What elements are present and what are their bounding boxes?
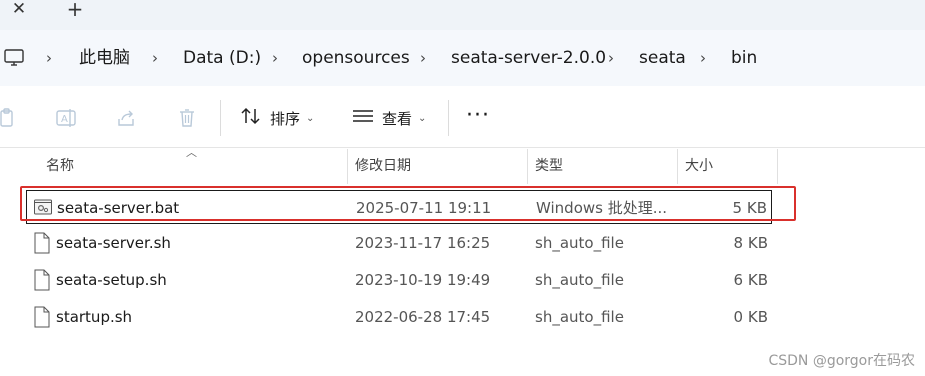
- delete-icon[interactable]: [176, 107, 198, 129]
- column-header-type[interactable]: 类型: [535, 149, 675, 184]
- breadcrumb-separator[interactable]: ›: [46, 38, 52, 78]
- column-divider[interactable]: [777, 149, 778, 184]
- file-icon: [32, 306, 52, 332]
- sort-label: 排序: [270, 109, 301, 128]
- view-label: 查看: [382, 109, 413, 128]
- breadcrumb-item-seata[interactable]: seata: [639, 38, 686, 78]
- file-size: 8 KB: [733, 234, 768, 252]
- svg-text:A: A: [61, 114, 68, 125]
- breadcrumb-separator[interactable]: ›: [700, 38, 706, 78]
- watermark: CSDN @gorgor在码农: [768, 353, 915, 369]
- computer-icon[interactable]: [4, 49, 24, 71]
- column-divider[interactable]: [677, 149, 678, 184]
- breadcrumb-item-seata-server[interactable]: seata-server-2.0.0: [451, 38, 606, 78]
- file-size: 5 KB: [732, 199, 767, 217]
- column-header-size[interactable]: 大小: [685, 149, 775, 184]
- toolbar-divider: [220, 100, 221, 136]
- file-type: Windows 批处理...: [536, 199, 668, 217]
- column-divider[interactable]: [527, 149, 528, 184]
- breadcrumb-separator[interactable]: ›: [152, 38, 158, 78]
- file-explorer-window: ✕ + › 此电脑 › Data (D:) › opensources › se…: [0, 0, 925, 376]
- column-divider[interactable]: [347, 149, 348, 184]
- breadcrumb-item-drive[interactable]: Data (D:): [183, 38, 261, 78]
- file-size: 0 KB: [733, 308, 768, 326]
- toolbar-divider: [448, 100, 449, 136]
- close-tab-button[interactable]: ✕: [8, 0, 30, 22]
- view-icon: [352, 107, 374, 129]
- file-name: seata-server.sh: [56, 234, 171, 252]
- paste-icon[interactable]: [0, 107, 16, 129]
- breadcrumb-item-bin[interactable]: bin: [731, 38, 757, 78]
- breadcrumb-separator[interactable]: ›: [420, 38, 426, 78]
- breadcrumb-separator[interactable]: ›: [608, 38, 614, 78]
- breadcrumb[interactable]: › 此电脑 › Data (D:) › opensources › seata-…: [0, 38, 925, 78]
- file-row[interactable]: startup.sh 2022-06-28 17:45 sh_auto_file…: [26, 300, 772, 334]
- file-type: sh_auto_file: [535, 308, 624, 326]
- file-icon: [32, 232, 52, 258]
- file-modified: 2022-06-28 17:45: [355, 308, 491, 326]
- new-tab-button[interactable]: +: [62, 0, 88, 22]
- address-bar: › 此电脑 › Data (D:) › opensources › seata-…: [0, 30, 925, 86]
- file-modified: 2023-10-19 19:49: [355, 271, 491, 289]
- breadcrumb-item-opensources[interactable]: opensources: [302, 38, 410, 78]
- more-options-button[interactable]: ···: [466, 102, 490, 130]
- file-size: 6 KB: [733, 271, 768, 289]
- sort-button[interactable]: 排序 ⌄: [240, 104, 314, 132]
- file-row[interactable]: seata-server.sh 2023-11-17 16:25 sh_auto…: [26, 226, 772, 260]
- file-icon: [32, 269, 52, 295]
- tab-strip: ✕ +: [0, 0, 925, 30]
- breadcrumb-separator[interactable]: ›: [272, 38, 278, 78]
- sort-icon: [240, 106, 262, 130]
- file-modified: 2025-07-11 19:11: [356, 199, 492, 217]
- file-type: sh_auto_file: [535, 234, 624, 252]
- command-bar: A 排序 ⌄ 查看 ⌄ ···: [0, 86, 925, 148]
- file-row[interactable]: seata-server.bat 2025-07-11 19:11 Window…: [26, 190, 772, 224]
- file-name: startup.sh: [56, 308, 133, 326]
- file-modified: 2023-11-17 16:25: [355, 234, 491, 252]
- file-row[interactable]: seata-setup.sh 2023-10-19 19:49 sh_auto_…: [26, 263, 772, 297]
- file-type: sh_auto_file: [535, 271, 624, 289]
- chevron-down-icon: ⌄: [306, 112, 315, 124]
- view-button[interactable]: 查看 ⌄: [352, 104, 426, 132]
- batch-file-icon: [33, 197, 53, 221]
- rename-icon[interactable]: A: [55, 107, 77, 129]
- breadcrumb-item-this-pc[interactable]: 此电脑: [79, 38, 130, 78]
- chevron-down-icon: ⌄: [418, 112, 427, 124]
- share-icon[interactable]: [115, 107, 137, 129]
- file-name: seata-server.bat: [57, 199, 180, 217]
- column-header-name[interactable]: 名称: [46, 149, 346, 184]
- column-header-modified[interactable]: 修改日期: [355, 149, 525, 184]
- file-name: seata-setup.sh: [56, 271, 167, 289]
